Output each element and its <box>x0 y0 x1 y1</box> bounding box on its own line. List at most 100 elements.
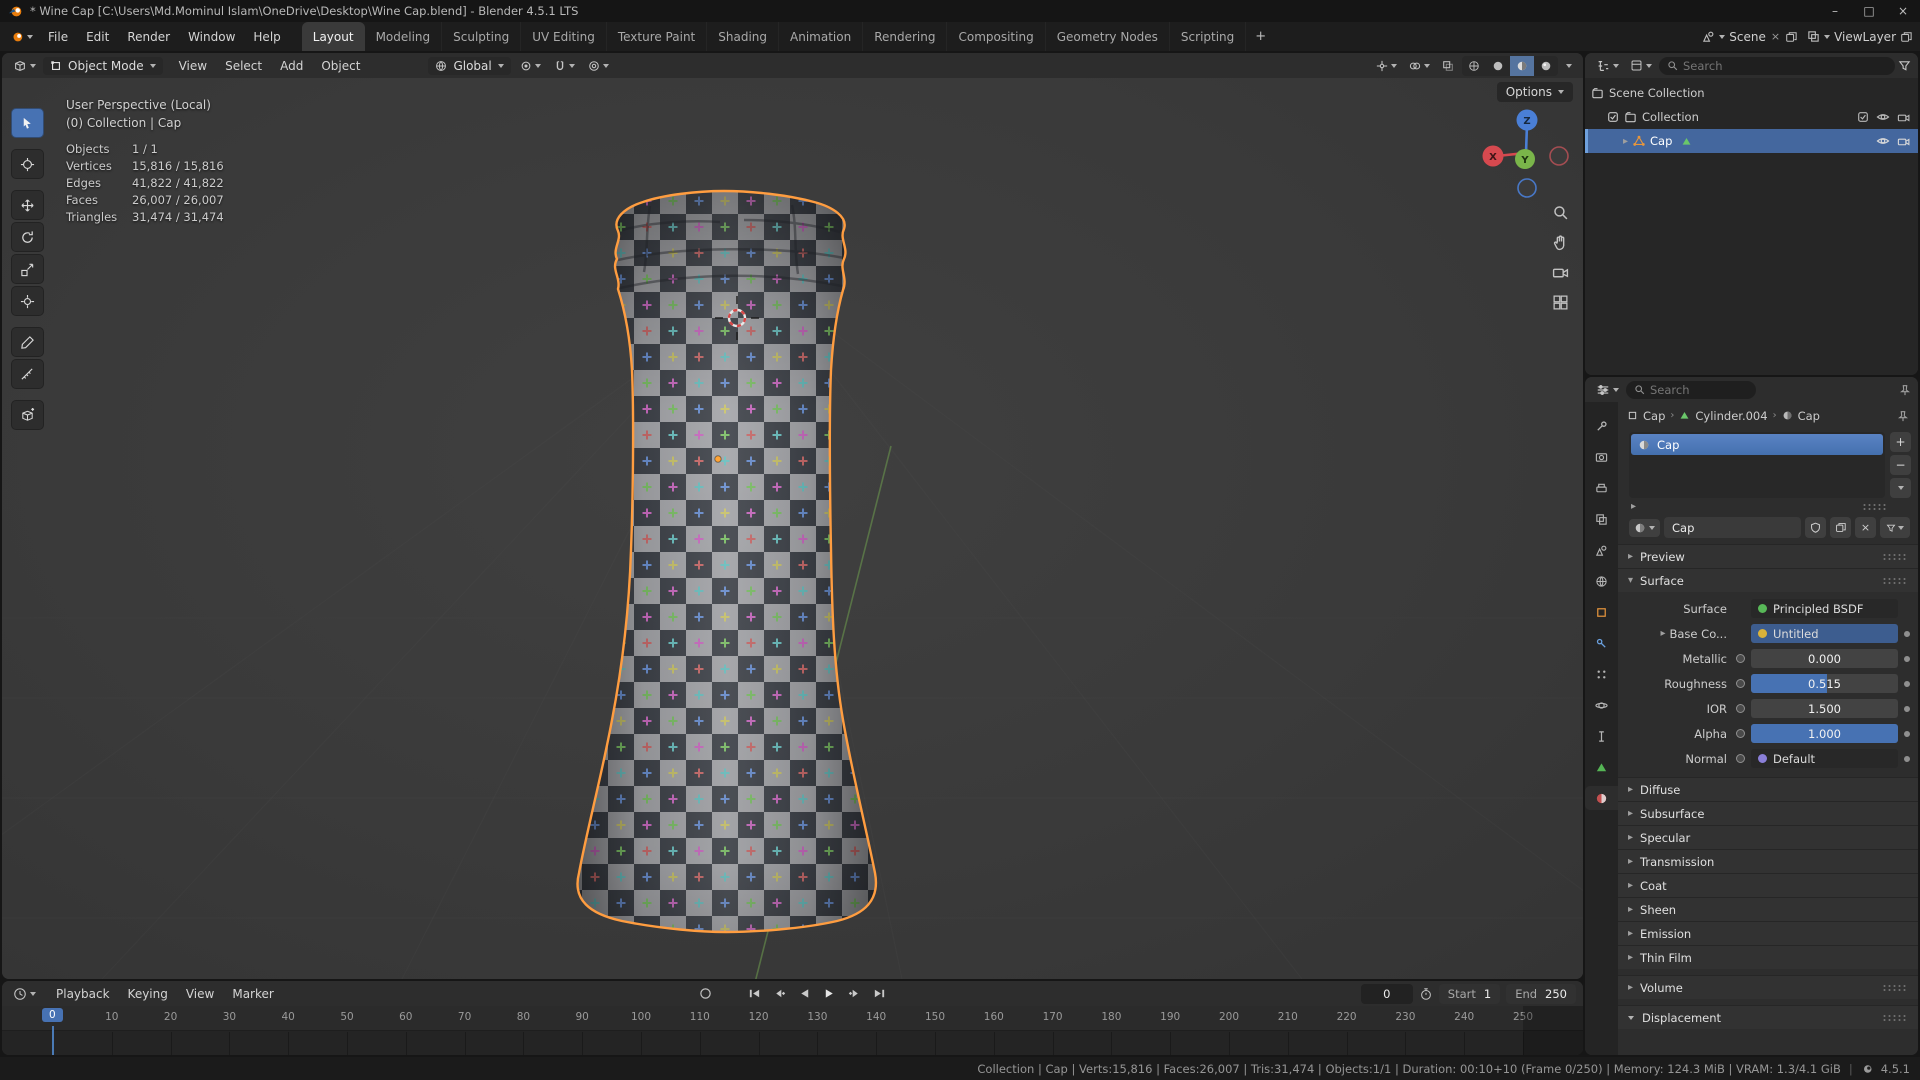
zoom-icon[interactable] <box>1552 204 1569 221</box>
panel-coat[interactable]: ▸ Coat <box>1618 873 1918 897</box>
timeline-menu-keying[interactable]: Keying <box>119 987 177 1001</box>
workspace-tab-sculpting[interactable]: Sculpting <box>442 22 522 51</box>
add-workspace-button[interactable]: + <box>1246 22 1275 51</box>
outliner-search-input[interactable] <box>1683 58 1887 73</box>
tab-constraints[interactable] <box>1585 724 1618 748</box>
menu-help[interactable]: Help <box>244 22 289 51</box>
workspace-tab-animation[interactable]: Animation <box>779 22 864 51</box>
annotate-tool[interactable] <box>11 327 44 357</box>
tab-tool[interactable] <box>1585 414 1618 438</box>
gizmo-neg-z[interactable] <box>1517 178 1537 198</box>
options-button[interactable]: Options <box>1496 82 1573 102</box>
workspace-tab-uv-editing[interactable]: UV Editing <box>521 22 607 51</box>
blender-menu-button[interactable] <box>4 22 39 51</box>
panel-displacement[interactable]: Displacement <box>1618 1005 1918 1029</box>
properties-search[interactable] <box>1626 380 1756 399</box>
properties-search-input[interactable] <box>1650 382 1748 397</box>
measure-tool[interactable] <box>11 359 44 389</box>
rotate-tool[interactable] <box>11 222 44 252</box>
jump-to-start-button[interactable] <box>744 984 766 1003</box>
shading-wireframe-button[interactable] <box>1462 56 1486 76</box>
decorator-dot[interactable] <box>1904 680 1910 687</box>
breadcrumb-mesh[interactable]: Cylinder.004 <box>1679 409 1768 423</box>
outliner-editor-type-button[interactable] <box>1592 57 1623 75</box>
workspace-tab-shading[interactable]: Shading <box>707 22 779 51</box>
panel-grip[interactable] <box>1882 1013 1908 1022</box>
show-gizmo-toggle[interactable] <box>1372 58 1401 74</box>
decorator-dot[interactable] <box>1904 755 1910 762</box>
move-tool[interactable] <box>11 190 44 220</box>
panel-grip[interactable] <box>1882 552 1908 561</box>
workspace-tab-modeling[interactable]: Modeling <box>365 22 443 51</box>
panel-preview[interactable]: ▸ Preview <box>1618 544 1918 568</box>
panel-surface[interactable]: ▾ Surface <box>1618 568 1918 592</box>
outliner-display-mode-button[interactable] <box>1626 57 1656 74</box>
tab-world[interactable] <box>1585 569 1618 593</box>
expand-icon[interactable]: ▸ <box>1623 136 1628 147</box>
unlink-material-button[interactable]: × <box>1855 517 1876 538</box>
field-surface[interactable]: Principled BSDF <box>1751 599 1898 618</box>
workspace-tab-texture-paint[interactable]: Texture Paint <box>607 22 708 51</box>
panel-thin-film[interactable]: ▸ Thin Film <box>1618 945 1918 969</box>
tab-object-data[interactable] <box>1585 755 1618 779</box>
checkbox-icon[interactable] <box>1857 111 1869 123</box>
outliner-row-collection[interactable]: Collection <box>1585 105 1918 129</box>
auto-keying-toggle[interactable] <box>695 984 717 1003</box>
snap-toggle[interactable] <box>550 58 579 74</box>
prev-keyframe-button[interactable] <box>769 984 791 1003</box>
panel-volume[interactable]: ▸ Volume <box>1618 975 1918 999</box>
pan-hand-icon[interactable] <box>1552 234 1569 251</box>
fake-user-button[interactable] <box>1805 517 1826 538</box>
shading-rendered-button[interactable] <box>1534 56 1558 76</box>
outliner-row-scene-collection[interactable]: Scene Collection <box>1585 81 1918 105</box>
breadcrumb-object[interactable]: Cap <box>1627 409 1665 423</box>
scene-selector[interactable]: Scene × <box>1702 30 1797 44</box>
pin-icon[interactable] <box>1897 410 1909 422</box>
tab-particles[interactable] <box>1585 662 1618 686</box>
decorator-dot[interactable] <box>1904 730 1910 737</box>
scale-tool[interactable] <box>11 254 44 284</box>
outliner-row-cap[interactable]: ▸ Cap <box>1585 129 1918 153</box>
checkbox-icon[interactable] <box>1607 111 1619 123</box>
menu-window[interactable]: Window <box>179 22 244 51</box>
workspace-tab-scripting[interactable]: Scripting <box>1170 22 1247 51</box>
tab-physics[interactable] <box>1585 693 1618 717</box>
transform-pivot-selector[interactable] <box>516 58 545 74</box>
proportional-editing-toggle[interactable] <box>584 58 613 74</box>
transform-orientation-selector[interactable]: Global <box>428 56 511 75</box>
shading-material-button[interactable] <box>1510 55 1534 76</box>
eye-icon[interactable] <box>1876 110 1890 124</box>
remove-slot-button[interactable]: − <box>1890 455 1911 475</box>
add-cube-tool[interactable] <box>11 400 44 430</box>
shading-solid-button[interactable] <box>1486 56 1510 76</box>
workspace-tab-layout[interactable]: Layout <box>301 22 365 51</box>
add-slot-button[interactable]: + <box>1890 432 1911 452</box>
expand-icon[interactable]: ▸ <box>1631 501 1636 512</box>
viewport-menu-view[interactable]: View <box>170 59 216 73</box>
tab-modifiers[interactable] <box>1585 631 1618 655</box>
next-keyframe-button[interactable] <box>844 984 866 1003</box>
menu-edit[interactable]: Edit <box>77 22 118 51</box>
timeline-menu-playback[interactable]: Playback <box>47 987 119 1001</box>
timeline-menu-marker[interactable]: Marker <box>223 987 282 1001</box>
field-ior[interactable]: 1.500 <box>1751 699 1898 718</box>
playhead-frame-badge[interactable]: 0 <box>42 1008 63 1022</box>
expand-icon[interactable]: ▸ <box>1660 628 1665 639</box>
unlink-scene-icon[interactable]: × <box>1770 30 1781 43</box>
workspace-tab-rendering[interactable]: Rendering <box>863 22 948 51</box>
material-link-menu[interactable] <box>1880 517 1910 538</box>
viewport-canvas[interactable]: User Perspective (Local) (0) Collection … <box>2 78 1583 979</box>
play-button[interactable] <box>819 984 841 1003</box>
current-frame-field[interactable]: 0 <box>1360 983 1413 1004</box>
maximize-button[interactable]: □ <box>1852 0 1886 22</box>
decorator-dot[interactable] <box>1904 655 1910 662</box>
overlays-toggle[interactable] <box>1405 58 1434 74</box>
jump-to-end-button[interactable] <box>869 984 891 1003</box>
camera-view-icon[interactable] <box>1552 264 1569 281</box>
panel-transmission[interactable]: ▸ Transmission <box>1618 849 1918 873</box>
panel-specular[interactable]: ▸ Specular <box>1618 825 1918 849</box>
gizmo-neg-x[interactable] <box>1549 146 1569 166</box>
playhead-line[interactable] <box>52 1026 54 1055</box>
outliner-search[interactable] <box>1659 56 1895 75</box>
eye-icon[interactable] <box>1876 134 1890 148</box>
